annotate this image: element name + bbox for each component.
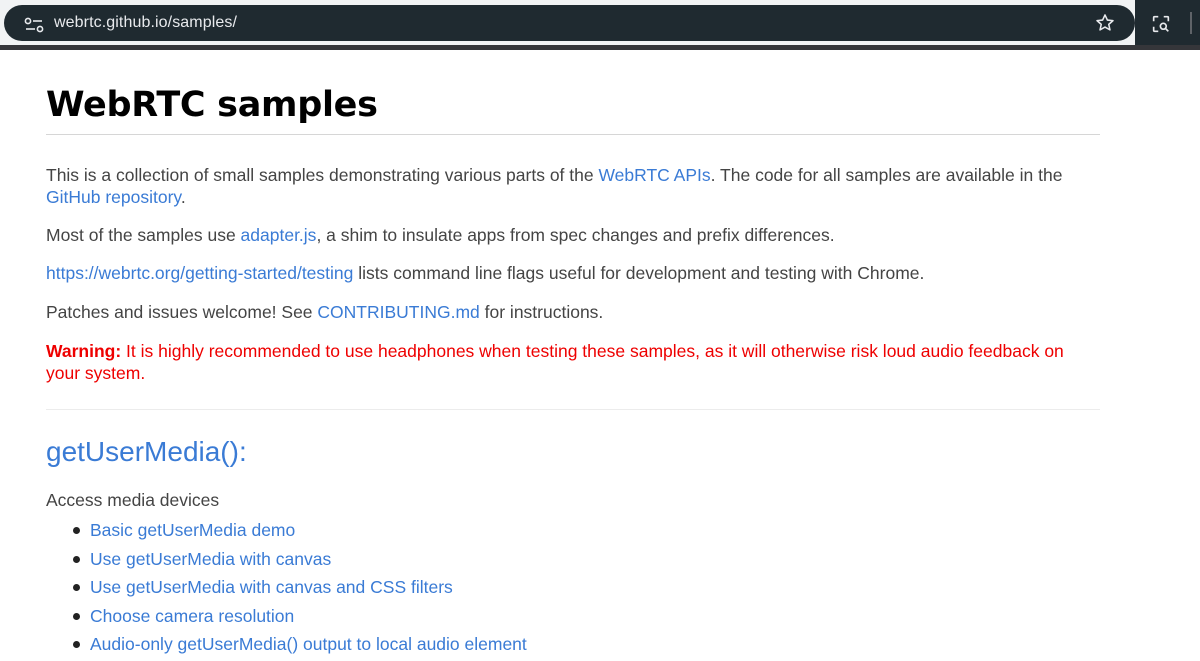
- adapter-js-link[interactable]: adapter.js: [241, 225, 317, 245]
- demo-link-basic-getusermedia[interactable]: Basic getUserMedia demo: [90, 518, 295, 542]
- patches-text: Patches and issues welcome! See: [46, 302, 318, 322]
- url-text[interactable]: webrtc.github.io/samples/: [54, 5, 237, 41]
- section-description: Access media devices: [46, 490, 220, 510]
- address-bar[interactable]: webrtc.github.io/samples/: [4, 5, 1135, 41]
- page-title: WebRTC samples: [46, 85, 378, 125]
- lens-icon[interactable]: [1150, 13, 1172, 35]
- testing-paragraph: https://webrtc.org/getting-started/testi…: [46, 262, 1076, 284]
- bullet-icon: [73, 584, 80, 591]
- intro-text: This is a collection of small samples de…: [46, 165, 599, 185]
- github-repository-link[interactable]: GitHub repository: [46, 187, 181, 207]
- contributing-link[interactable]: CONTRIBUTING.md: [317, 302, 479, 322]
- toolbar-bottom-border: [0, 45, 1200, 50]
- warning-paragraph: Warning: It is highly recommended to use…: [46, 340, 1076, 384]
- bullet-icon: [73, 555, 80, 563]
- adapter-text-end: , a shim to insulate apps from spec chan…: [316, 225, 835, 245]
- section-title[interactable]: getUserMedia():: [46, 436, 247, 468]
- demo-link-audio-only[interactable]: Audio-only getUserMedia() output to loca…: [90, 632, 527, 656]
- star-icon[interactable]: [1094, 12, 1116, 34]
- bullet-icon: [73, 527, 80, 534]
- webrtc-apis-link[interactable]: WebRTC APIs: [598, 165, 710, 185]
- adapter-paragraph: Most of the samples use adapter.js, a sh…: [46, 224, 1076, 246]
- bullet-icon: [73, 612, 80, 620]
- warning-text: It is highly recommended to use headphon…: [46, 341, 1064, 383]
- warning-label: Warning:: [46, 341, 122, 361]
- patches-paragraph: Patches and issues welcome! See CONTRIBU…: [46, 301, 1076, 323]
- intro-text-middle: . The code for all samples are available…: [710, 165, 1063, 185]
- title-divider: [46, 134, 1100, 135]
- toolbar-divider: [1190, 12, 1192, 34]
- intro-text-end: .: [180, 187, 186, 207]
- demo-link-canvas-css-filters[interactable]: Use getUserMedia with canvas and CSS fil…: [90, 575, 453, 599]
- section-divider: [46, 409, 1100, 410]
- demo-link-camera-resolution[interactable]: Choose camera resolution: [90, 604, 294, 628]
- testing-text: lists command line flags useful for deve…: [353, 263, 925, 283]
- site-info-icon[interactable]: [24, 17, 44, 33]
- browser-toolbar: webrtc.github.io/samples/: [0, 0, 1200, 50]
- bullet-icon: [73, 641, 80, 648]
- testing-link[interactable]: https://webrtc.org/getting-started/testi…: [46, 263, 353, 283]
- patches-text-end: for instructions.: [479, 302, 604, 322]
- demo-link-canvas[interactable]: Use getUserMedia with canvas: [90, 547, 331, 571]
- adapter-text: Most of the samples use: [46, 225, 241, 245]
- intro-paragraph: This is a collection of small samples de…: [46, 164, 1076, 208]
